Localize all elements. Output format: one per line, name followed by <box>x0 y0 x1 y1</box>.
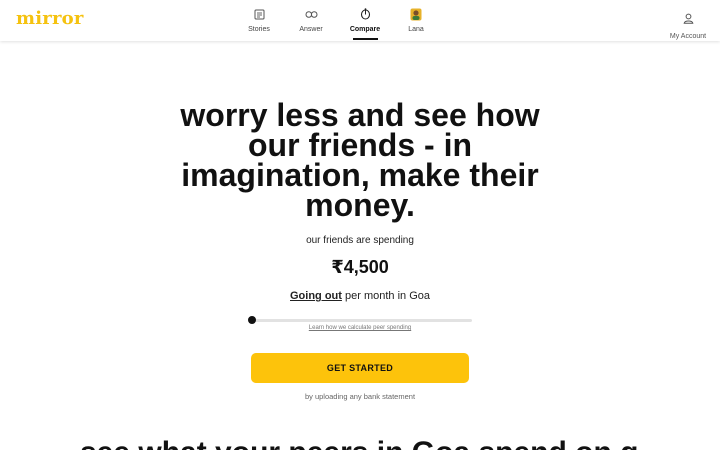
user-icon <box>683 11 694 29</box>
stories-icon <box>252 7 266 21</box>
answer-icon <box>304 7 318 21</box>
slider-thumb[interactable] <box>248 316 256 324</box>
peer-spending-slider[interactable] <box>248 316 472 324</box>
next-section-heading: see what your peers in Goa spend on goin… <box>80 436 640 450</box>
top-navigation-bar: mirror Stories Answer Compare Lana My Ac… <box>0 0 720 41</box>
active-tab-indicator <box>352 38 378 40</box>
main-nav: Stories Answer Compare Lana <box>0 0 720 41</box>
hero-subtitle: our friends are spending <box>306 235 414 246</box>
slider-track <box>250 319 472 322</box>
my-account-button[interactable]: My Account <box>664 11 712 40</box>
learn-how-link[interactable]: Learn how we calculate peer spending <box>160 325 560 331</box>
nav-item-answer[interactable]: Answer <box>281 7 341 33</box>
lana-avatar-icon <box>409 7 423 21</box>
spending-amount: ₹4,500 <box>331 257 389 277</box>
nav-item-lana[interactable]: Lana <box>386 7 446 33</box>
my-account-label: My Account <box>669 33 707 40</box>
category-selector[interactable]: Going out <box>290 290 342 302</box>
nav-item-stories[interactable]: Stories <box>229 7 289 33</box>
nav-label-lana: Lana <box>408 26 424 33</box>
get-started-button[interactable]: GET STARTED <box>251 353 469 383</box>
nav-label-stories: Stories <box>248 26 270 33</box>
compare-icon <box>358 7 372 21</box>
cta-note: by uploading any bank statement <box>304 392 416 401</box>
nav-label-answer: Answer <box>299 26 323 33</box>
category-suffix: per month in Goa <box>341 290 430 302</box>
nav-label-compare: Compare <box>349 26 381 33</box>
spending-category-line: Going out per month in Goa <box>160 290 560 302</box>
hero-title: worry less and see how our friends - in … <box>180 97 540 223</box>
